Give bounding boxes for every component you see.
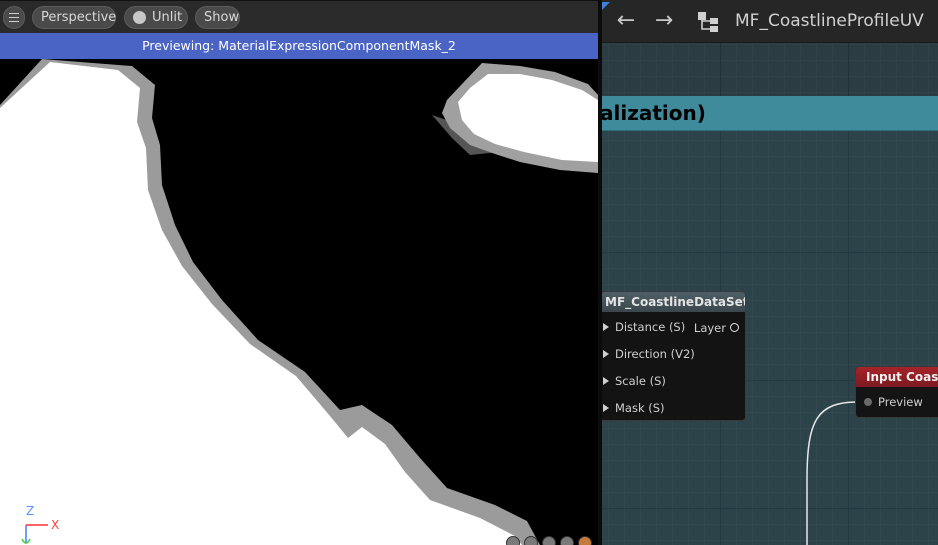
- mask-preview-render: [0, 59, 598, 545]
- viewport-toolbar: Perspective Unlit Show: [0, 0, 598, 33]
- input-node-title[interactable]: Input Coastli: [856, 367, 938, 387]
- axis-gizmo: Z X: [18, 503, 68, 545]
- arrow-right-icon[interactable]: →: [652, 10, 676, 32]
- preview-banner: Previewing: MaterialExpressionComponentM…: [0, 33, 598, 59]
- hamburger-icon[interactable]: [3, 6, 25, 29]
- function-node[interactable]: MF_CoastlineDataSet Distance (S) Directi…: [602, 291, 746, 421]
- input-pin-scale[interactable]: Scale (S): [603, 372, 666, 390]
- unlit-label: Unlit: [152, 10, 183, 25]
- graph-title: MF_CoastlineProfileUV: [735, 11, 924, 31]
- pin-arrow-icon: [603, 403, 609, 412]
- preview-viewport[interactable]: Perspective Unlit Show Previewing: Mater…: [0, 0, 598, 545]
- pin-label: Distance (S): [615, 320, 686, 334]
- pin-arrow-icon: [603, 376, 609, 385]
- plane-icon[interactable]: [542, 536, 556, 545]
- sphere-icon[interactable]: [524, 536, 538, 545]
- node-hierarchy-icon[interactable]: [697, 11, 719, 33]
- pin-arrow-icon: [603, 322, 609, 331]
- input-pin-direction[interactable]: Direction (V2): [603, 345, 695, 363]
- arrow-left-icon[interactable]: ←: [614, 10, 638, 32]
- comment-text: alization): [602, 101, 706, 125]
- input-node[interactable]: Input Coastli Preview: [855, 366, 938, 418]
- axis-z-label: Z: [26, 504, 35, 518]
- mesh-icon[interactable]: [578, 536, 592, 545]
- comment-box-header[interactable]: alization): [602, 96, 938, 131]
- function-node-title[interactable]: MF_CoastlineDataSet: [602, 292, 745, 312]
- view-mode-icon: [133, 11, 146, 24]
- pin-dot-icon[interactable]: [864, 397, 872, 406]
- axis-x-label: X: [51, 518, 60, 532]
- preview-shape-icons[interactable]: [506, 536, 598, 545]
- corner-indicator-icon: [602, 2, 610, 10]
- unlit-button[interactable]: Unlit: [124, 6, 188, 29]
- pin-label: Direction (V2): [615, 347, 695, 361]
- pin-label: Scale (S): [615, 374, 666, 388]
- show-button[interactable]: Show: [195, 6, 240, 29]
- input-pin-distance[interactable]: Distance (S): [603, 318, 685, 336]
- pin-label: Mask (S): [615, 401, 665, 415]
- output-pin-layer[interactable]: Layer: [694, 319, 739, 337]
- pin-arrow-icon: [603, 349, 609, 358]
- graph-toolbar: ← → MF_CoastlineProfileUV: [602, 0, 938, 43]
- cylinder-icon[interactable]: [506, 536, 520, 545]
- cube-icon[interactable]: [560, 536, 574, 545]
- perspective-button[interactable]: Perspective: [32, 6, 116, 29]
- pin-label: Layer: [693, 321, 726, 335]
- input-pin-mask[interactable]: Mask (S): [603, 399, 665, 417]
- output-pin-circle-icon[interactable]: [730, 323, 739, 332]
- input-node-preview-pin[interactable]: Preview: [864, 394, 923, 410]
- material-graph-canvas[interactable]: alization) MF_CoastlineDataSet Distance …: [602, 0, 938, 545]
- pin-label: Preview: [878, 395, 923, 409]
